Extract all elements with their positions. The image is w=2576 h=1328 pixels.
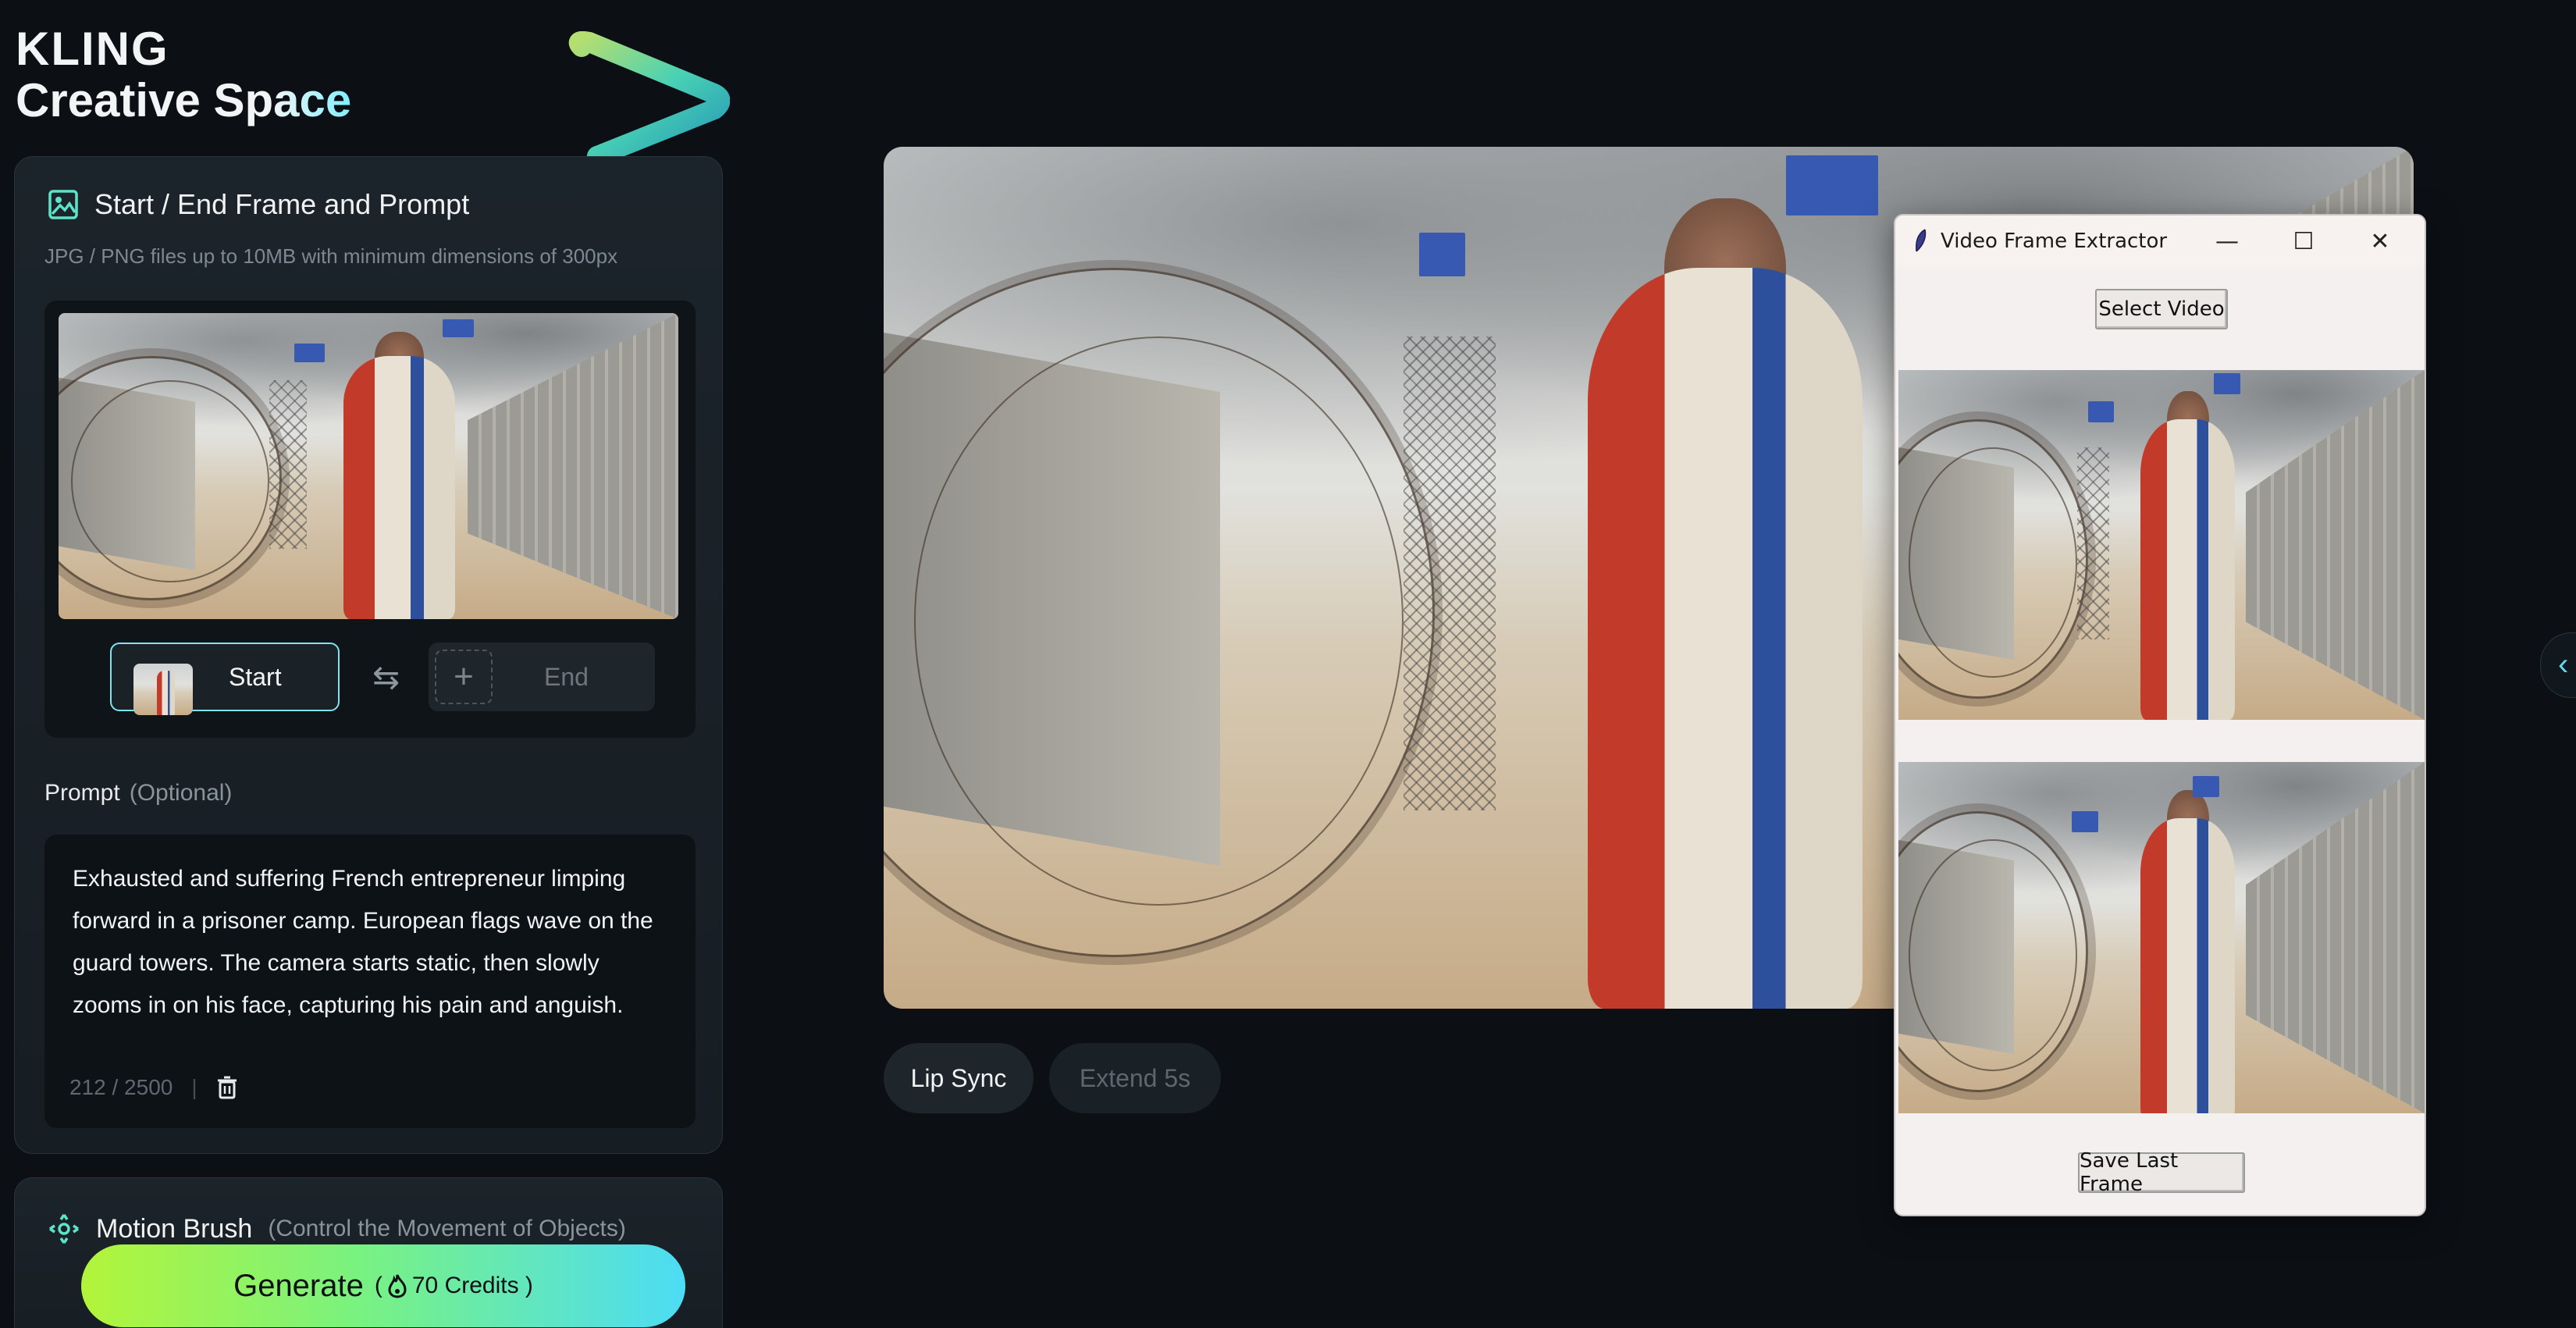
generate-button[interactable]: Generate ( 70 Credits ) <box>81 1244 685 1327</box>
trash-icon[interactable] <box>216 1076 238 1099</box>
start-frame-image <box>59 313 678 619</box>
side-panel-toggle[interactable]: ‹ <box>2540 632 2576 698</box>
extend-button[interactable]: Extend 5s <box>1049 1043 1221 1113</box>
lip-sync-button[interactable]: Lip Sync <box>884 1043 1034 1113</box>
save-last-frame-button[interactable]: Save Last Frame <box>2078 1149 2245 1196</box>
start-thumbnail <box>133 664 193 715</box>
close-button[interactable]: ✕ <box>2342 215 2418 267</box>
frame-selector-row: Start ⇆ + End <box>44 632 696 725</box>
brand-logo-text: KLING Creative Space <box>16 23 351 126</box>
flame-icon <box>388 1274 407 1298</box>
select-video-button[interactable]: Select Video <box>2095 289 2228 329</box>
last-frame-image <box>1898 762 2425 1113</box>
prompt-textarea[interactable]: Exhausted and suffering French entrepren… <box>44 835 696 1128</box>
upload-hint: JPG / PNG files up to 10MB with minimum … <box>44 244 618 268</box>
start-frame-button[interactable]: Start <box>110 643 340 715</box>
panel-title: Start / End Frame and Prompt <box>48 188 469 221</box>
frame-upload-area[interactable]: Start ⇆ + End <box>44 301 696 738</box>
video-frame-extractor-window: Video Frame Extractor — ☐ ✕ Select Video… <box>1894 214 2426 1216</box>
prompt-text[interactable]: Exhausted and suffering French entrepren… <box>73 858 674 1027</box>
brand-title: KLING <box>16 23 169 75</box>
motion-brush-title: Motion Brush (Control the Movement of Ob… <box>48 1212 626 1245</box>
motion-target-icon <box>49 1214 79 1244</box>
first-frame-image <box>1898 370 2425 720</box>
prompt-label: Prompt (Optional) <box>44 780 233 806</box>
maximize-button[interactable]: ☐ <box>2265 215 2342 267</box>
feather-icon <box>1916 229 1927 252</box>
image-icon <box>48 190 78 219</box>
frame-prompt-panel: Start / End Frame and Prompt JPG / PNG f… <box>14 156 723 1154</box>
minimize-button[interactable]: — <box>2189 215 2265 267</box>
play-logo-icon <box>568 31 730 164</box>
brand-subtitle: Creative Space <box>16 74 352 126</box>
credits-badge: ( 70 Credits ) <box>374 1273 533 1298</box>
swap-frames-icon[interactable]: ⇆ <box>372 658 400 696</box>
chevron-left-icon: ‹ <box>2558 647 2569 682</box>
prompt-counter: 212 / 2500 | <box>69 1075 238 1100</box>
end-frame-button[interactable]: + End <box>429 643 655 711</box>
window-title: Video Frame Extractor <box>1941 230 2168 253</box>
plus-icon: + <box>435 650 493 704</box>
